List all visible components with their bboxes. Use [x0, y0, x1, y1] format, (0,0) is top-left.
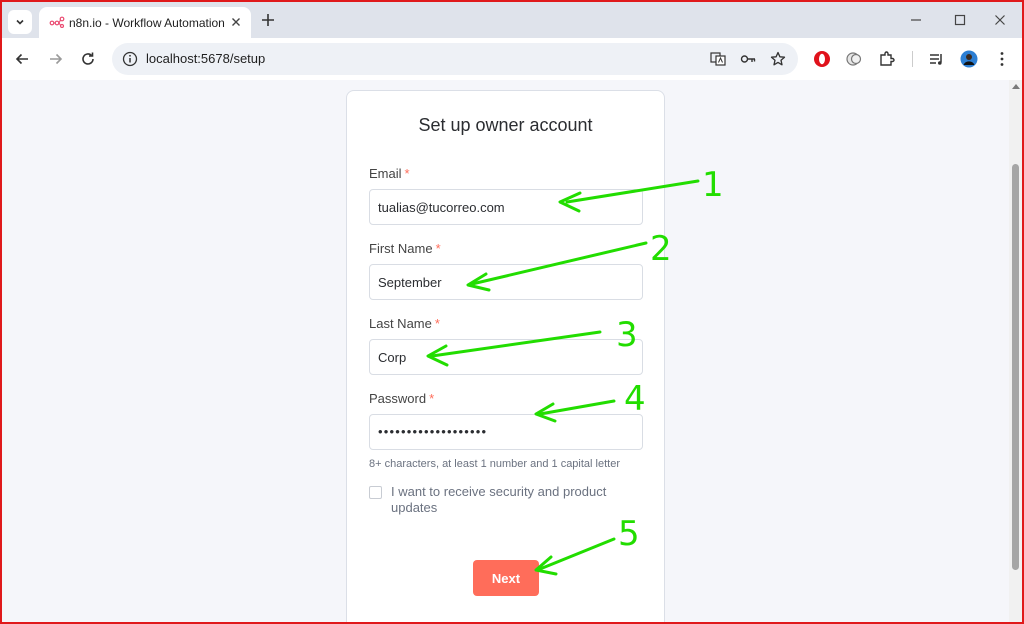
tab-search-button[interactable]	[8, 10, 32, 34]
required-mark: *	[404, 166, 410, 181]
last-name-label: Last Name *	[369, 316, 440, 331]
n8n-logo-icon	[49, 16, 65, 28]
first-name-label-text: First Name	[369, 241, 433, 256]
tab-title: n8n.io - Workflow Automation	[69, 16, 225, 30]
minimize-icon[interactable]	[910, 14, 922, 26]
page-title: Set up owner account	[418, 115, 593, 135]
email-label-text: Email	[369, 166, 402, 181]
first-name-value: September	[378, 275, 442, 290]
last-name-label-text: Last Name	[369, 316, 432, 331]
maximize-icon[interactable]	[954, 14, 966, 26]
scroll-up-arrow-icon[interactable]	[1012, 84, 1020, 89]
newsletter-label[interactable]: I want to receive security and product u…	[391, 484, 631, 516]
last-name-field[interactable]: Corp	[369, 339, 643, 375]
setup-card: Set up owner account Email * tualias@tuco…	[346, 90, 665, 622]
password-label: Password *	[369, 391, 434, 406]
address-bar[interactable]: localhost:5678/setup	[112, 43, 798, 75]
newsletter-checkbox[interactable]	[369, 486, 382, 499]
extensions-puzzle-icon[interactable]	[878, 50, 896, 68]
chevron-down-icon	[16, 19, 24, 25]
new-tab-icon[interactable]	[260, 12, 276, 28]
url-text: localhost:5678/setup	[146, 51, 266, 66]
last-name-value: Corp	[378, 350, 407, 365]
site-info-icon[interactable]	[122, 51, 138, 67]
bookmark-star-icon[interactable]	[770, 51, 786, 67]
browser-tab[interactable]: n8n.io - Workflow Automation	[39, 7, 251, 38]
profile-avatar-icon[interactable]	[960, 50, 978, 68]
email-label: Email *	[369, 166, 410, 181]
toolbar-divider	[912, 51, 913, 67]
password-value: •••••••••••••••••••	[378, 424, 488, 439]
extension-blob-icon[interactable]	[845, 50, 863, 68]
forward-arrow-icon[interactable]	[48, 51, 64, 67]
scrollbar-thumb[interactable]	[1012, 164, 1019, 570]
close-window-icon[interactable]	[994, 14, 1006, 26]
translate-icon[interactable]	[710, 51, 726, 67]
browser-toolbar: localhost:5678/setup	[2, 38, 1022, 80]
password-key-icon[interactable]	[740, 51, 756, 67]
required-mark: *	[429, 391, 435, 406]
more-menu-icon[interactable]	[993, 50, 1011, 68]
email-value: tualias@tucorreo.com	[378, 200, 505, 215]
page-content: Set up owner account Email * tualias@tuco…	[2, 80, 1009, 622]
password-hint: 8+ characters, at least 1 number and 1 c…	[369, 458, 621, 470]
back-arrow-icon[interactable]	[14, 51, 30, 67]
next-button[interactable]: Next	[473, 560, 539, 596]
first-name-field[interactable]: September	[369, 264, 643, 300]
reload-icon[interactable]	[80, 51, 96, 67]
required-mark: *	[434, 316, 440, 331]
email-field[interactable]: tualias@tucorreo.com	[369, 189, 643, 225]
tab-strip: n8n.io - Workflow Automation	[2, 2, 1022, 38]
password-label-text: Password	[369, 391, 427, 406]
required-mark: *	[435, 241, 441, 256]
password-field[interactable]: •••••••••••••••••••	[369, 414, 643, 450]
first-name-label: First Name *	[369, 241, 441, 256]
media-queue-icon[interactable]	[928, 50, 946, 68]
scrollbar[interactable]	[1009, 80, 1022, 622]
close-tab-icon[interactable]	[229, 15, 243, 29]
opera-icon[interactable]	[813, 50, 831, 68]
